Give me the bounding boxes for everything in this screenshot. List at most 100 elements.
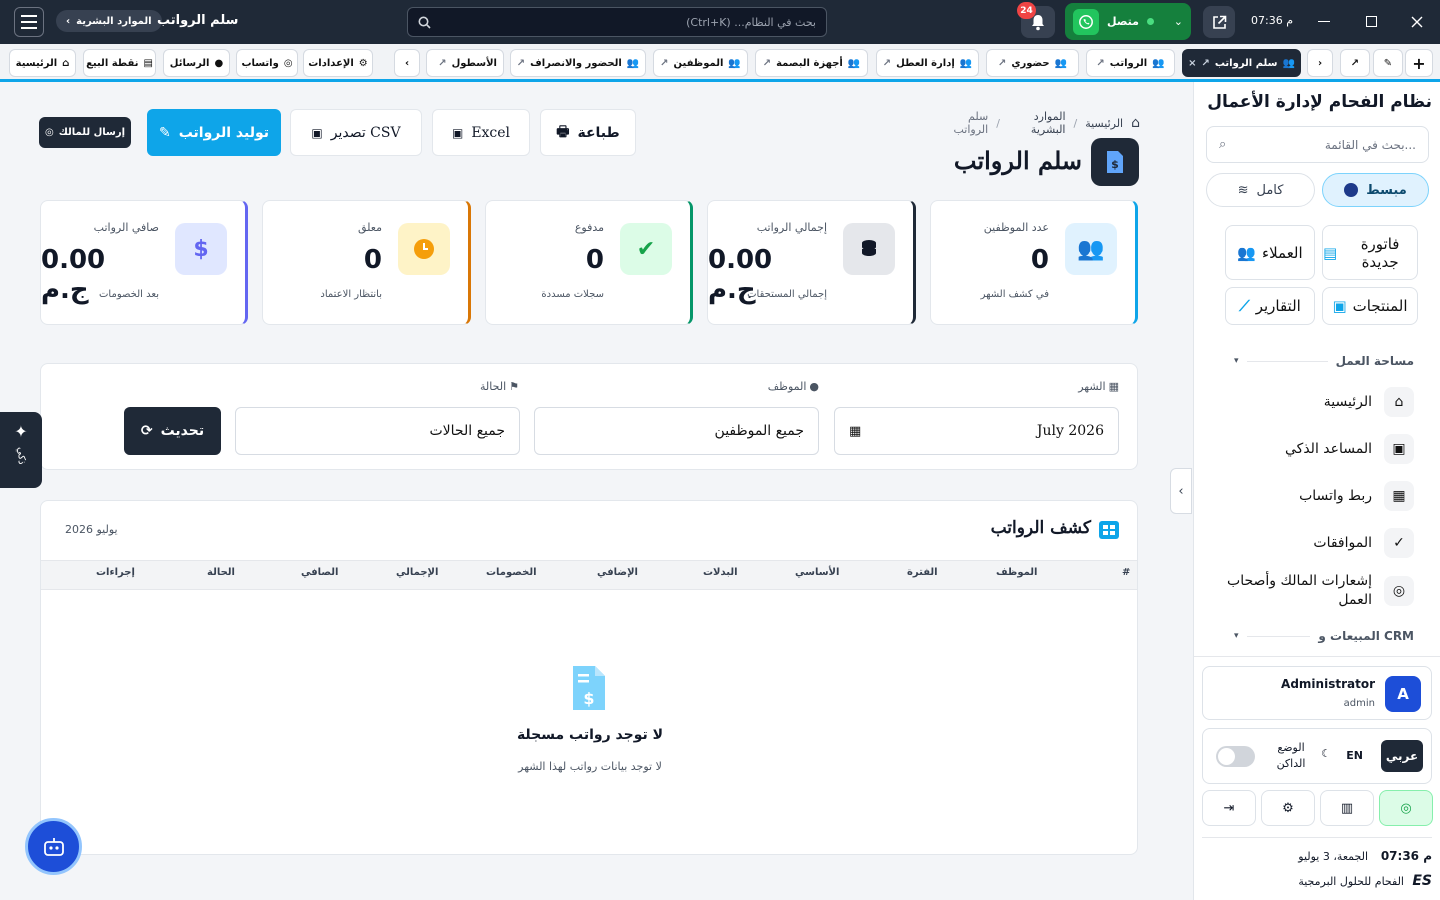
refresh-button[interactable]: ⟳ تحديث <box>124 407 221 455</box>
workspace-section-header[interactable]: ▾ مساحة العمل <box>1234 354 1414 368</box>
logout-button[interactable]: ⇥ <box>1202 790 1256 826</box>
tabs-scroll-right-button[interactable]: › <box>1307 49 1333 77</box>
tab-fingerprint[interactable]: ↗ أجهزة البصمة 👥 <box>755 49 868 77</box>
minimize-icon[interactable] <box>1318 21 1330 22</box>
reports-button[interactable]: ⟋ التقارير <box>1225 287 1315 325</box>
export-excel-button[interactable]: ▣ Excel <box>432 109 530 156</box>
tab-my-attendance[interactable]: ↗ حضوري 👥 <box>986 49 1079 77</box>
tab-pos[interactable]: نقطة البيع ▤ <box>83 49 156 77</box>
nav-whatsapp-link[interactable]: ربط واتساب ▦ <box>1214 481 1414 511</box>
empty-state-icon: $ <box>570 664 608 716</box>
logout-icon: ⇥ <box>1223 800 1235 816</box>
breadcrumb-hr[interactable]: الموارد البشرية <box>1008 110 1066 136</box>
breadcrumb-chip[interactable]: ‹ الموارد البشرية <box>56 10 162 32</box>
invoice-icon: ▤ <box>1323 243 1338 262</box>
csv-button-label: تصدير CSV <box>330 124 401 141</box>
tab-attendance[interactable]: ↗ الحضور والانصراف 👥 <box>510 49 646 77</box>
export-csv-button[interactable]: ▣ تصدير CSV <box>290 109 422 156</box>
tab-employees[interactable]: ↗ الموظفين 👥 <box>653 49 748 77</box>
stat-label: عدد الموظفين <box>983 221 1049 234</box>
tab-payroll[interactable]: ↗ الرواتب 👥 <box>1086 49 1175 77</box>
detach-tab-button[interactable]: ↗ <box>1340 49 1370 77</box>
chevron-down-icon: ⌄ <box>1173 15 1183 28</box>
chart-icon: ⟋ <box>1239 297 1250 315</box>
stat-subtitle: إجمالي المستحقات <box>747 289 827 300</box>
tab-messages[interactable]: الرسائل ● <box>163 49 230 77</box>
breadcrumb-home[interactable]: الرئيسية <box>1085 117 1123 130</box>
print-button[interactable]: 🖶 طباعة <box>540 109 636 156</box>
stat-value: 0 <box>1030 245 1049 275</box>
close-tab-icon[interactable]: × <box>1188 58 1196 69</box>
col-basic: الأساسي <box>795 567 840 578</box>
tab-holidays[interactable]: ↗ إدارة العطل 👥 <box>876 49 979 77</box>
tab-home[interactable]: الرئيسية ⌂ <box>9 49 76 77</box>
chatbot-fab[interactable] <box>25 818 82 875</box>
sidebar-search[interactable]: ⌕ بحث في القائمة... <box>1206 126 1429 163</box>
close-icon[interactable] <box>1410 15 1424 29</box>
mode-simple-toggle[interactable]: مبسط <box>1322 173 1429 207</box>
month-label: الشهر ▦ <box>1078 380 1119 393</box>
sidebar-collapse-button[interactable]: ‹ <box>1170 468 1192 514</box>
whatsapp-status[interactable]: متصل ⌄ <box>1065 3 1191 40</box>
employee-value: جميع الموظفين <box>714 423 804 439</box>
page-title: سلم الرواتب <box>157 13 239 28</box>
open-external-button[interactable] <box>1203 6 1235 38</box>
stat-label: معلق <box>357 221 382 234</box>
mode-full-toggle[interactable]: ≋ كامل <box>1206 173 1315 207</box>
tabs-scroll-left-button[interactable]: ‹ <box>394 49 420 77</box>
users-icon: 👥 <box>626 57 640 69</box>
products-button[interactable]: ▣ المنتجات <box>1322 287 1418 325</box>
tab-label: إدارة العطل <box>896 57 955 69</box>
crm-section-header[interactable]: ▾ المبيعات و CRM <box>1234 629 1414 643</box>
user-card[interactable]: A Administrator admin <box>1202 666 1432 720</box>
lang-en-button[interactable]: EN <box>1346 749 1363 762</box>
tab-label: أجهزة البصمة <box>776 57 843 69</box>
tab-label: الرواتب <box>1109 57 1148 69</box>
customers-button[interactable]: 👥 العملاء <box>1225 225 1315 280</box>
generate-payroll-button[interactable]: ✎ توليد الرواتب <box>147 109 281 156</box>
notification-count-badge: 24 <box>1017 2 1036 19</box>
employee-select[interactable]: جميع الموظفين <box>534 407 819 455</box>
status-select[interactable]: جميع الحالات <box>235 407 520 455</box>
external-link-icon: ↗ <box>1201 57 1210 69</box>
ai-assistant-tab[interactable]: ✦ ذكي <box>0 412 42 488</box>
nav-approvals[interactable]: الموافقات ✓ <box>1214 528 1414 558</box>
top-bar: ‹ الموارد البشرية سلم الرواتب بحث في الن… <box>0 0 1440 44</box>
svg-text:$: $ <box>1111 158 1119 171</box>
stats-shortcut-button[interactable]: ▥ <box>1320 790 1374 826</box>
printer-icon: 🖶 <box>556 123 570 140</box>
external-link-icon: ↗ <box>1096 57 1105 69</box>
settings-shortcut-button[interactable]: ⚙ <box>1261 790 1315 826</box>
global-search[interactable]: بحث في النظام... (Ctrl+K) <box>407 7 827 37</box>
stat-card-employees: 👥 عدد الموظفين 0 في كشف الشهر <box>930 200 1138 325</box>
online-dot-icon <box>1146 18 1154 25</box>
dark-mode-toggle[interactable] <box>1216 746 1255 767</box>
send-to-owner-button[interactable]: ◎ إرسال للمالك <box>39 117 131 148</box>
page-heading: سلم الرواتب <box>953 146 1082 175</box>
mode-full-label: كامل <box>1256 182 1284 198</box>
new-tab-button[interactable]: + <box>1405 49 1433 77</box>
empty-state-title: لا توجد رواتب مسجلة <box>516 727 664 743</box>
nav-ai-assistant[interactable]: المساعد الذكي ▣ <box>1214 434 1414 464</box>
ai-tab-label: ذكي <box>15 447 27 465</box>
nav-owner-notifications[interactable]: إشعارات المالك وأصحاب العمل ◎ <box>1214 572 1414 610</box>
lang-ar-button[interactable]: عربي <box>1381 740 1423 772</box>
menu-button[interactable] <box>14 7 44 37</box>
stat-card-paid: ✔ مدفوع 0 سجلات مسددة <box>485 200 693 325</box>
maximize-icon[interactable] <box>1366 16 1377 27</box>
users-icon: 👥 <box>1152 57 1165 69</box>
stat-value: 0 <box>585 245 604 275</box>
footer-date: الجمعة، 3 يوليو <box>1298 850 1368 863</box>
users-icon: 👥 <box>959 57 973 69</box>
tab-salary-scale[interactable]: × ↗ سلم الرواتب 👥 <box>1182 49 1301 77</box>
tab-fleet[interactable]: ↗ الأسطول <box>426 49 504 77</box>
nav-home[interactable]: الرئيسية ⌂ <box>1214 387 1414 417</box>
whatsapp-shortcut-button[interactable]: ◎ <box>1379 790 1433 826</box>
brush-tool-button[interactable]: ✎ <box>1373 49 1403 77</box>
tab-settings[interactable]: الإعدادات ⚙ <box>303 49 373 77</box>
external-link-icon: ↗ <box>660 57 669 69</box>
new-invoice-button[interactable]: ▤ فاتورة جديدة <box>1322 225 1418 280</box>
month-picker[interactable]: ▦ July 2026 <box>834 407 1119 455</box>
reports-label: التقارير <box>1255 297 1301 315</box>
tab-whatsapp[interactable]: واتساب ◎ <box>236 49 298 77</box>
